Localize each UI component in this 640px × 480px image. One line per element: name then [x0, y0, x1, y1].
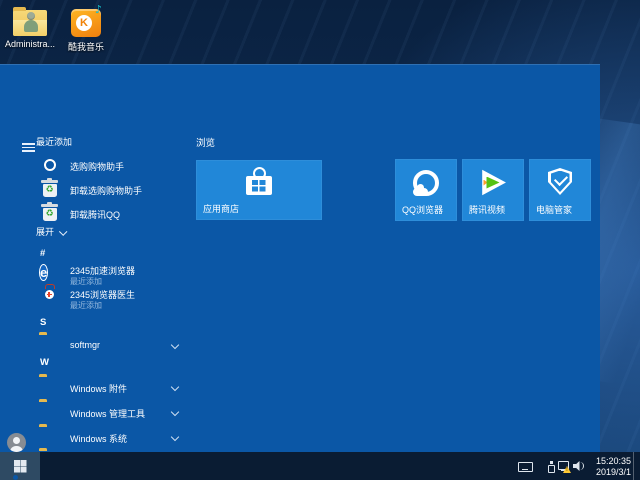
start-app-2345-browser[interactable]: e 2345加速浏览器 最近添加: [36, 263, 182, 287]
usb-device-icon[interactable]: [548, 461, 555, 473]
music-note-icon: ♪: [94, 3, 102, 16]
desktop-icon-label: 酷我音乐: [67, 42, 104, 52]
app-sublabel: 最近添加: [70, 300, 102, 310]
start-button[interactable]: [0, 452, 40, 480]
tile-pc-manager[interactable]: 电脑管家: [529, 159, 591, 221]
desktop-icon-kuwo-music[interactable]: K ♪ 酷我音乐: [58, 3, 114, 53]
app-label: 卸载选购购物助手: [70, 186, 143, 196]
tile-label: 应用商店: [203, 204, 240, 214]
system-tray: ! 15:20:35 2019/3/1: [420, 452, 640, 480]
app-sublabel: 最近添加: [70, 276, 102, 286]
clock-date: 2019/3/1: [595, 466, 631, 477]
browser-e-icon: e: [39, 264, 49, 281]
store-bag-icon: [246, 167, 272, 195]
app-label: 卸载腾讯QQ: [70, 210, 121, 220]
taskbar: ! 15:20:35 2019/3/1: [0, 452, 640, 480]
pc-manager-shield-icon: [548, 168, 572, 195]
app-label: 选购购物助手: [70, 162, 125, 172]
start-app-2345-browser-doctor[interactable]: 2345浏览器医生 最近添加: [36, 287, 182, 311]
app-label: Windows 管理工具: [70, 409, 146, 419]
tile-label: QQ浏览器: [402, 205, 444, 215]
tile-label: 腾讯视频: [469, 205, 506, 215]
hamburger-icon[interactable]: [22, 143, 35, 152]
user-folder-icon: [13, 7, 47, 36]
tencent-video-icon: [480, 169, 507, 196]
windows-logo-icon: [14, 460, 20, 466]
tile-label: 电脑管家: [536, 205, 573, 215]
start-folder-windows-system[interactable]: Windows 系统: [36, 426, 182, 450]
tile-group-label[interactable]: 浏览: [196, 135, 215, 149]
chevron-down-icon: [170, 340, 180, 350]
chevron-down-icon: [59, 226, 68, 235]
app-label: Windows 附件: [70, 384, 128, 394]
start-app-shopping-assistant[interactable]: 选购购物助手: [36, 154, 182, 178]
section-letter-s[interactable]: S: [40, 317, 46, 328]
tile-app-store[interactable]: 应用商店: [196, 160, 322, 220]
start-folder-windows-admin-tools[interactable]: Windows 管理工具: [36, 401, 182, 425]
start-folder-softmgr[interactable]: softmgr: [36, 334, 182, 358]
start-app-uninstall-shopping-assistant[interactable]: ♻ 卸载选购购物助手: [36, 178, 182, 202]
person-glyph: [24, 12, 38, 36]
recently-added-header: 最近添加: [36, 137, 73, 147]
tile-tencent-video[interactable]: 腾讯视频: [462, 159, 524, 221]
taskbar-clock[interactable]: 15:20:35 2019/3/1: [585, 456, 631, 477]
start-app-uninstall-qq[interactable]: ♻ 卸载腾讯QQ: [36, 202, 182, 226]
app-label: Windows 系统: [70, 434, 128, 444]
tile-qq-browser[interactable]: QQ浏览器: [395, 159, 457, 221]
app-label: softmgr: [70, 340, 101, 350]
desktop-icon-administrator-folder[interactable]: Administra...: [2, 6, 58, 49]
start-folder-windows-accessories[interactable]: Windows 附件: [36, 376, 182, 400]
chevron-down-icon: [170, 432, 180, 442]
touch-keyboard-icon[interactable]: [518, 462, 533, 472]
clock-time: 15:20:35: [595, 456, 631, 466]
section-letter-hash[interactable]: #: [40, 248, 45, 259]
chevron-down-icon: [170, 382, 180, 392]
section-letter-w[interactable]: W: [40, 357, 49, 368]
show-desktop-button[interactable]: [633, 452, 640, 480]
chevron-down-icon: [170, 407, 180, 417]
expand-button[interactable]: 展开: [36, 225, 68, 238]
kuwo-music-icon: K ♪: [71, 3, 102, 37]
network-warning-icon[interactable]: !: [558, 461, 571, 473]
start-menu-panel: 最近添加 选购购物助手 ♻ 卸载选购购物助手 ♻ 卸载腾讯QQ 展开 # e 2…: [0, 64, 600, 480]
desktop-wallpaper: Administra... K ♪ 酷我音乐 最近添加 选购购物助手 ♻ 卸载选…: [0, 0, 640, 480]
qq-browser-icon: [411, 168, 441, 198]
desktop-icon-label: Administra...: [4, 39, 55, 49]
user-avatar-icon[interactable]: [7, 433, 26, 452]
